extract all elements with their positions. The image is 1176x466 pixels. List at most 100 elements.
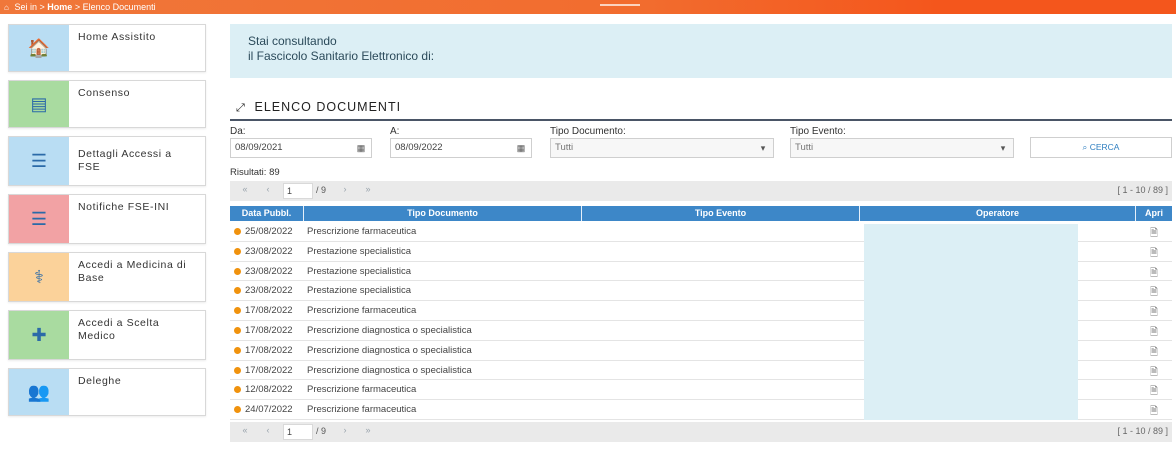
next-page-icon[interactable]: › (338, 425, 352, 435)
search-icon: ⌕ (1082, 142, 1088, 152)
sidebar-item-label: Deleghe (78, 375, 122, 387)
row-document-type: Prescrizione farmaceutica (307, 384, 417, 396)
doctor-icon: ⚕ (9, 253, 69, 301)
status-dot-icon (234, 346, 241, 354)
row-date: 23/08/2022 (245, 265, 293, 277)
title-divider (230, 119, 1172, 121)
list-icon: ☰ (9, 195, 69, 243)
expand-arrows-icon: ⤢ (236, 102, 246, 114)
section-title-text: ELENCO DOCUMENTI (254, 100, 402, 114)
event-type-select[interactable]: Tutti ▾ (790, 138, 1014, 158)
breadcrumb-prefix: Sei in > (14, 2, 48, 12)
page-input[interactable]: 1 (283, 424, 313, 440)
banner-line-2: il Fascicolo Sanitario Elettronico di: (248, 49, 435, 63)
row-document-type: Prescrizione farmaceutica (307, 226, 417, 237)
event-type-label: Tipo Evento: (790, 126, 846, 137)
row-date: 17/08/2022 (245, 364, 293, 376)
section-title: ⤢ ELENCO DOCUMENTI (236, 100, 401, 115)
open-document-icon[interactable]: 🗎 (1150, 285, 1158, 302)
pager-top: « ‹ 1 / 9 › » [ 1 - 10 / 89 ] (230, 181, 1172, 201)
next-page-icon[interactable]: › (338, 184, 352, 194)
sidebar-item-label: Consenso (78, 87, 131, 99)
from-date-field[interactable]: 08/09/2021 ▦ (230, 138, 372, 158)
row-date: 24/07/2022 (245, 404, 293, 416)
prev-page-icon[interactable]: ‹ (261, 184, 275, 194)
open-document-icon[interactable]: 🗎 (1150, 305, 1158, 322)
row-date: 12/08/2022 (245, 384, 293, 396)
row-date: 17/08/2022 (245, 344, 293, 356)
row-document-type: Prescrizione farmaceutica (307, 404, 417, 416)
logo-mark (600, 0, 640, 6)
sidebar-item[interactable]: ☰ Dettagli Accessi a FSE (8, 136, 206, 186)
status-dot-icon (234, 267, 241, 275)
row-date: 17/08/2022 (245, 305, 293, 317)
sidebar: 🏠 Home Assistito ▤ Consenso ☰ Dettagli Access… (8, 24, 206, 424)
status-dot-icon (234, 366, 241, 374)
status-dot-icon (234, 406, 241, 414)
medical-kit-icon: ✚ (9, 311, 69, 359)
breadcrumb-current: > Elenco Documenti (72, 2, 156, 12)
row-document-type: Prescrizione diagnostica o specialistica (307, 324, 472, 336)
table-header: Data Pubbl. Tipo Documento Tipo Evento O… (230, 206, 1172, 221)
column-header-operator[interactable]: Operatore (860, 206, 1136, 221)
calendar-icon[interactable]: ▦ (351, 139, 371, 157)
sidebar-item-label: Dettagli Accessi a FSE (78, 148, 172, 173)
page-total: / 9 (316, 426, 327, 436)
sidebar-item[interactable]: 👥 Deleghe (8, 368, 206, 416)
first-page-icon[interactable]: « (238, 425, 252, 435)
to-date-field[interactable]: 08/09/2022 ▦ (390, 138, 532, 158)
breadcrumb-home-link[interactable]: Home (47, 2, 72, 12)
status-dot-icon (234, 386, 241, 394)
list-icon: ☰ (9, 137, 69, 185)
column-header-event-type[interactable]: Tipo Evento (582, 206, 860, 221)
document-list-icon: ▤ (9, 81, 69, 127)
sidebar-item-label: Notifiche FSE-INI (78, 201, 170, 213)
home-icon: ⌂ (4, 3, 9, 12)
row-date: 23/08/2022 (245, 245, 293, 257)
home-icon: 🏠 (9, 25, 69, 71)
column-header-document-type[interactable]: Tipo Documento (304, 206, 582, 221)
banner-line-1: Stai consultando (248, 34, 337, 48)
status-dot-icon (234, 287, 241, 295)
column-header-date[interactable]: Data Pubbl. (230, 206, 304, 221)
page-total: / 9 (316, 185, 327, 195)
sidebar-item[interactable]: ✚ Accedi a Scelta Medico (8, 310, 206, 360)
prev-page-icon[interactable]: ‹ (261, 425, 275, 435)
search-button-label: CERCA (1089, 142, 1120, 152)
search-button[interactable]: ⌕ CERCA (1030, 137, 1172, 158)
row-date: 23/08/2022 (245, 285, 293, 297)
sidebar-item[interactable]: ⚕ Accedi a Medicina di Base (8, 252, 206, 302)
sidebar-item[interactable]: ☰ Notifiche FSE-INI (8, 194, 206, 244)
status-dot-icon (234, 326, 241, 334)
row-date: 25/08/2022 (245, 226, 293, 237)
sidebar-item[interactable]: ▤ Consenso (8, 80, 206, 128)
status-dot-icon (234, 228, 241, 235)
open-document-icon[interactable]: 🗎 (1150, 325, 1158, 342)
from-date-value: 08/09/2021 (235, 142, 283, 153)
last-page-icon[interactable]: » (361, 425, 375, 435)
document-type-select[interactable]: Tutti ▾ (550, 138, 774, 158)
chevron-down-icon: ▾ (1000, 143, 1006, 153)
calendar-icon[interactable]: ▦ (511, 139, 531, 157)
page-range: [ 1 - 10 / 89 ] (1117, 185, 1168, 195)
open-document-icon[interactable]: 🗎 (1150, 365, 1158, 382)
open-document-icon[interactable]: 🗎 (1150, 266, 1158, 283)
operator-column-redaction (864, 224, 1078, 420)
page-input[interactable]: 1 (283, 183, 313, 199)
open-document-icon[interactable]: 🗎 (1150, 384, 1158, 401)
document-type-label: Tipo Documento: (550, 126, 626, 137)
row-document-type: Prestazione specialistica (307, 285, 412, 297)
open-document-icon[interactable]: 🗎 (1150, 345, 1158, 362)
event-type-value: Tutti (795, 142, 814, 153)
from-date-label: Da: (230, 126, 246, 137)
sidebar-item-label: Accedi a Medicina di Base (78, 259, 187, 284)
sidebar-item[interactable]: 🏠 Home Assistito (8, 24, 206, 72)
sidebar-item-label: Home Assistito (78, 31, 156, 43)
open-document-icon[interactable]: 🗎 (1150, 246, 1158, 263)
page-range: [ 1 - 10 / 89 ] (1117, 426, 1168, 436)
open-document-icon[interactable]: 🗎 (1150, 226, 1158, 243)
row-date: 17/08/2022 (245, 324, 293, 336)
open-document-icon[interactable]: 🗎 (1150, 404, 1158, 421)
last-page-icon[interactable]: » (361, 184, 375, 194)
first-page-icon[interactable]: « (238, 184, 252, 194)
